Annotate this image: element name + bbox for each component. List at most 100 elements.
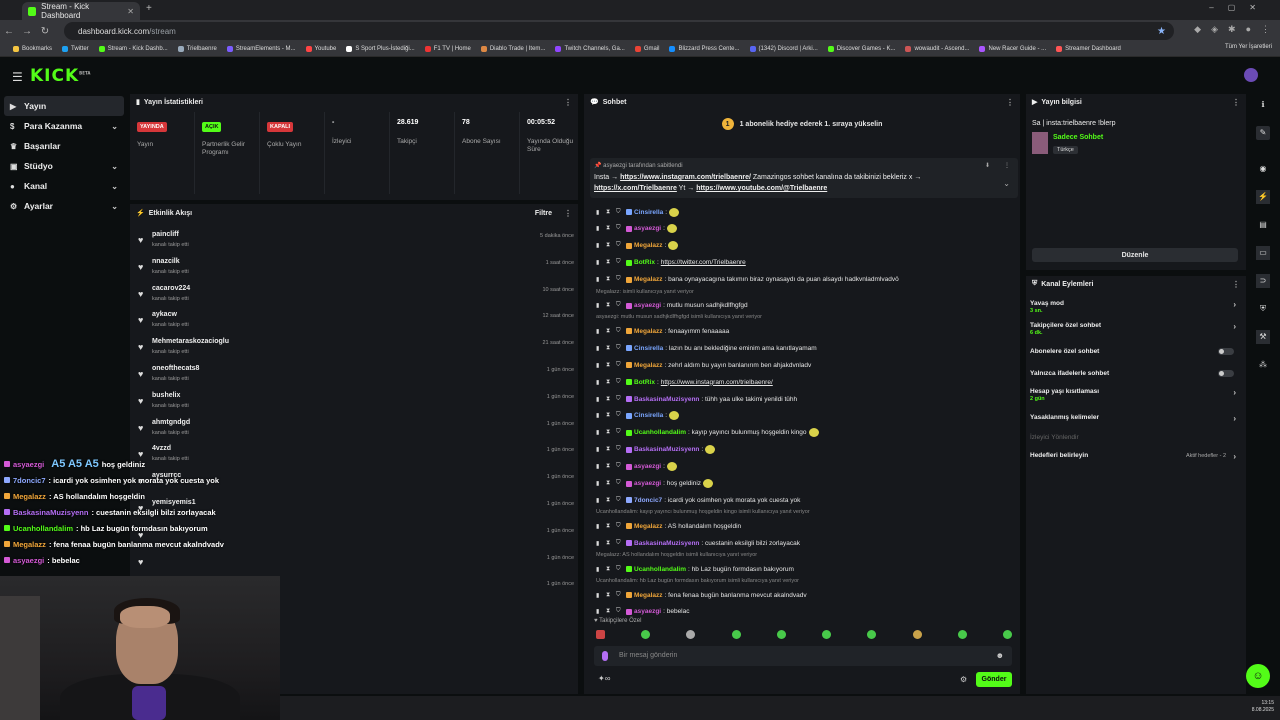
channel-action-item[interactable]: Yasaklanmış kelimeler › — [1030, 414, 1240, 428]
chat-username[interactable]: Megalazz — [634, 362, 663, 369]
chat-username[interactable]: BotRix — [634, 259, 655, 266]
chat-username[interactable]: asyaezgi — [634, 302, 661, 309]
timeout-icon[interactable]: ⧗ — [606, 608, 614, 615]
emote-icon[interactable] — [957, 630, 967, 639]
shield-icon[interactable]: ⛉ — [616, 463, 624, 470]
timeout-icon[interactable]: ⧗ — [606, 328, 614, 335]
chevron-right-icon[interactable]: › — [1233, 452, 1236, 461]
pin-icon[interactable]: ▮ — [596, 362, 604, 369]
shield-icon[interactable]: ⛉ — [616, 345, 624, 352]
chat-link[interactable]: https://twitter.com/Trielbaenre — [661, 259, 746, 266]
bookmark-item[interactable]: Diablo Trade | Item... — [476, 46, 551, 52]
chat-username[interactable]: Megalazz — [634, 592, 663, 599]
shield-icon[interactable]: ⛉ — [616, 379, 624, 386]
chevron-right-icon[interactable]: › — [1233, 388, 1236, 397]
timeout-icon[interactable]: ⧗ — [606, 497, 614, 504]
pin-icon[interactable]: ▮ — [596, 412, 604, 419]
all-bookmarks-link[interactable]: Tüm Yer İşaretleri — [1225, 44, 1272, 50]
emote-icon[interactable] — [731, 630, 741, 639]
activity-item[interactable]: ♥ oneofthecats8 kanalı takip etti 1 gün önc… — [138, 363, 574, 389]
pin-icon[interactable]: ▮ — [596, 497, 604, 504]
timeout-icon[interactable]: ⧗ — [606, 412, 614, 419]
chevron-right-icon[interactable]: › — [1233, 322, 1236, 331]
bookmark-item[interactable]: Gmail — [630, 46, 665, 52]
bookmark-item[interactable]: New Racer Guide - ... — [974, 46, 1051, 52]
extension-icon[interactable]: ◆ — [1194, 24, 1201, 35]
chat-username[interactable]: Megalazz — [634, 242, 663, 249]
activity-item[interactable]: ♥ bushelix kanalı takip etti 1 gün önce — [138, 390, 574, 416]
channel-action-item[interactable]: Abonelere özel sohbet — [1030, 348, 1240, 362]
wrench-icon[interactable]: ⚒ — [1256, 330, 1270, 344]
pin-icon[interactable]: ▮ — [596, 259, 604, 266]
pin-icon[interactable]: ▮ — [596, 463, 604, 470]
chat-username[interactable]: asyaezgi — [634, 463, 661, 470]
emote-icon[interactable] — [867, 630, 877, 639]
timeout-icon[interactable]: ⧗ — [606, 302, 614, 309]
chat-link[interactable]: https://www.instagram.com/trielbaenre/ — [661, 379, 773, 386]
emote-icon[interactable] — [822, 630, 832, 639]
support-chat-icon[interactable]: ☺ — [1246, 664, 1270, 688]
link-icon[interactable]: ⊃ — [1256, 274, 1270, 288]
timeout-icon[interactable]: ⧗ — [606, 523, 614, 530]
shield-icon[interactable]: ⛉ — [616, 480, 624, 487]
category-link[interactable]: Sadece Sohbet — [1053, 134, 1103, 141]
tab-close-icon[interactable]: ✕ — [127, 7, 134, 16]
chat-username[interactable]: Cinsirella — [634, 412, 663, 419]
pin-icon[interactable]: ▮ — [596, 242, 604, 249]
bookmark-star-icon[interactable]: ★ — [1157, 26, 1166, 37]
points-icon[interactable]: ✦∞ — [598, 674, 610, 683]
chat-username[interactable]: 7doncic7 — [634, 497, 662, 504]
emote-icon[interactable] — [1002, 630, 1012, 639]
timeout-icon[interactable]: ⧗ — [606, 463, 614, 470]
channel-action-item[interactable]: Hedefleri belirleyin Aktif hedefler - 2 › — [1030, 452, 1240, 466]
nodes-icon[interactable]: ⁂ — [1256, 358, 1270, 372]
emoji-picker-icon[interactable]: ☻ — [996, 651, 1004, 660]
shield-icon[interactable]: ⛉ — [616, 566, 624, 573]
sidebar-item-kanal[interactable]: ● Kanal ⌄ — [4, 176, 124, 196]
bookmark-item[interactable]: (1342) Discord | Arki... — [745, 46, 823, 52]
activity-item[interactable]: ♥ paincliff kanalı takip etti 5 dakika önce — [138, 229, 574, 255]
chat-username[interactable]: BaskasinaMuzisyenn — [634, 540, 699, 547]
bookmark-item[interactable]: Discover Games - K... — [823, 46, 901, 52]
activity-item[interactable]: ♥ Mehmetaraskozacioglu kanalı takip etti 21… — [138, 336, 574, 362]
profile-icon[interactable]: ● — [1246, 24, 1251, 35]
pin-icon[interactable]: ▮ — [596, 225, 604, 232]
category-thumbnail[interactable] — [1032, 132, 1048, 154]
back-icon[interactable]: ← — [0, 26, 18, 37]
shield-icon[interactable]: ⛉ — [616, 209, 624, 216]
timeout-icon[interactable]: ⧗ — [606, 480, 614, 487]
more-options-icon[interactable]: ⋮ — [1004, 162, 1010, 169]
pin-icon[interactable]: ▮ — [596, 302, 604, 309]
shield-icon[interactable]: ⛉ — [616, 302, 624, 309]
pin-icon[interactable]: ▮ — [596, 446, 604, 453]
bookmark-item[interactable]: wowaudit - Ascend... — [900, 46, 974, 52]
shield-icon[interactable]: ⛉ — [616, 523, 624, 530]
chevron-right-icon[interactable]: › — [1233, 300, 1236, 309]
menu-dots-icon[interactable]: ⋮ — [1261, 24, 1270, 35]
pin-icon[interactable]: ▮ — [596, 480, 604, 487]
shield-icon[interactable]: ⛉ — [616, 396, 624, 403]
forward-icon[interactable]: → — [18, 26, 36, 37]
chevron-right-icon[interactable]: › — [1233, 414, 1236, 423]
shield-icon[interactable]: ⛉ — [616, 592, 624, 599]
timeout-icon[interactable]: ⧗ — [606, 379, 614, 386]
filter-button[interactable]: Filtre — [535, 210, 552, 217]
sidebar-item-stdyo[interactable]: ▣ Stüdyo ⌄ — [4, 156, 124, 176]
timeout-icon[interactable]: ⧗ — [606, 362, 614, 369]
chat-username[interactable]: Cinsirella — [634, 345, 663, 352]
extension-icon[interactable]: ◈ — [1211, 24, 1218, 35]
window-controls-icon[interactable]: –▢✕ — [1209, 3, 1270, 12]
browser-tab[interactable]: Stream - Kick Dashboard ✕ — [22, 2, 140, 20]
pin-icon[interactable]: ▮ — [596, 540, 604, 547]
timeout-icon[interactable]: ⧗ — [606, 540, 614, 547]
activity-item[interactable]: ♥ nnazcilk kanalı takip etti 1 saat önce — [138, 256, 574, 282]
shield-icon[interactable]: ⛉ — [616, 225, 624, 232]
more-options-icon[interactable]: ⋮ — [1006, 98, 1014, 107]
chevron-down-icon[interactable]: ⌄ — [1003, 178, 1010, 189]
pin-icon[interactable]: ▮ — [596, 379, 604, 386]
sidebar-item-baarlar[interactable]: ♛ Başarılar — [4, 136, 124, 156]
timeout-icon[interactable]: ⧗ — [606, 259, 614, 266]
chat-username[interactable]: asyaezgi — [634, 225, 661, 232]
new-tab-icon[interactable]: + — [146, 3, 152, 14]
timeout-icon[interactable]: ⧗ — [606, 345, 614, 352]
